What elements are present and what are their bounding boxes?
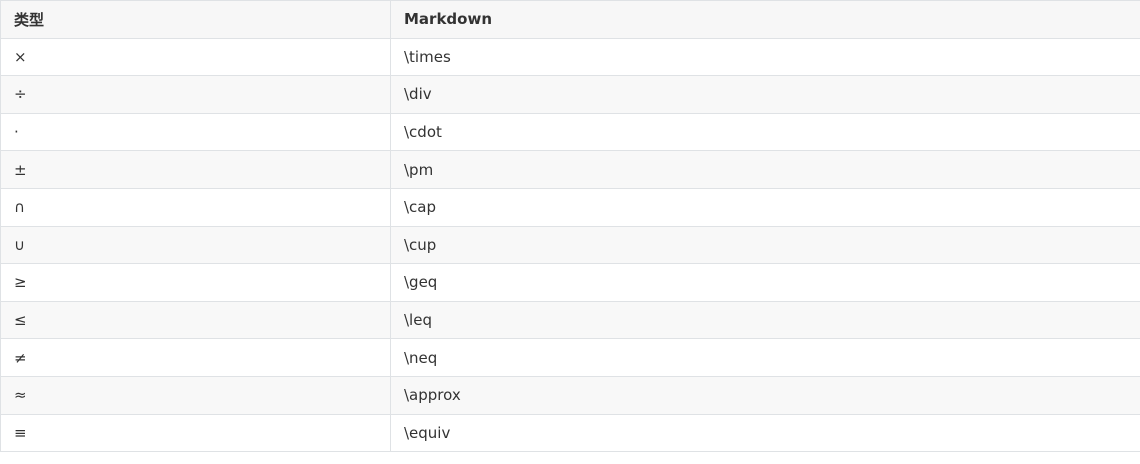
markdown-cell: \div (390, 75, 1140, 114)
markdown-cell: \leq (390, 300, 1140, 340)
markdown-cell: \cap (390, 187, 1140, 227)
table-row: ÷ \div (0, 75, 1140, 114)
symbol-cell: · (0, 112, 391, 152)
markdown-cell: \cdot (390, 112, 1140, 152)
symbol-cell: ∩ (0, 187, 391, 227)
symbol-cell: ≠ (0, 338, 391, 377)
markdown-cell: \equiv (390, 413, 1140, 453)
table-row: ≤ \leq (0, 300, 1140, 340)
table-row: ≥ \geq (0, 263, 1140, 302)
header-row: 类型 Markdown (0, 0, 1140, 39)
symbol-cell: ÷ (0, 75, 391, 114)
markdown-cell: \cup (390, 225, 1140, 265)
table-row: ≠ \neq (0, 338, 1140, 377)
symbol-cell: ≤ (0, 300, 391, 340)
symbol-table: 类型 Markdown × \times ÷ \div · \cdot ± \p… (0, 0, 1140, 453)
symbol-cell: ≡ (0, 413, 391, 453)
table-body: × \times ÷ \div · \cdot ± \pm ∩ \cap ∪ \… (0, 37, 1140, 453)
header-type: 类型 (0, 0, 391, 39)
table-row: ∩ \cap (0, 187, 1140, 227)
table-row: × \times (0, 37, 1140, 77)
table-row: ± \pm (0, 150, 1140, 189)
markdown-cell: \approx (390, 375, 1140, 415)
symbol-cell: × (0, 37, 391, 77)
table-row: · \cdot (0, 112, 1140, 152)
header-markdown: Markdown (390, 0, 1140, 39)
table-header: 类型 Markdown (0, 0, 1140, 39)
markdown-cell: \geq (390, 263, 1140, 302)
table-row: ∪ \cup (0, 225, 1140, 265)
symbol-cell: ± (0, 150, 391, 189)
symbol-cell: ∪ (0, 225, 391, 265)
markdown-cell: \neq (390, 338, 1140, 377)
markdown-cell: \times (390, 37, 1140, 77)
symbol-cell: ≥ (0, 263, 391, 302)
table-row: ≈ \approx (0, 375, 1140, 415)
markdown-cell: \pm (390, 150, 1140, 189)
table-row: ≡ \equiv (0, 413, 1140, 453)
symbol-cell: ≈ (0, 375, 391, 415)
